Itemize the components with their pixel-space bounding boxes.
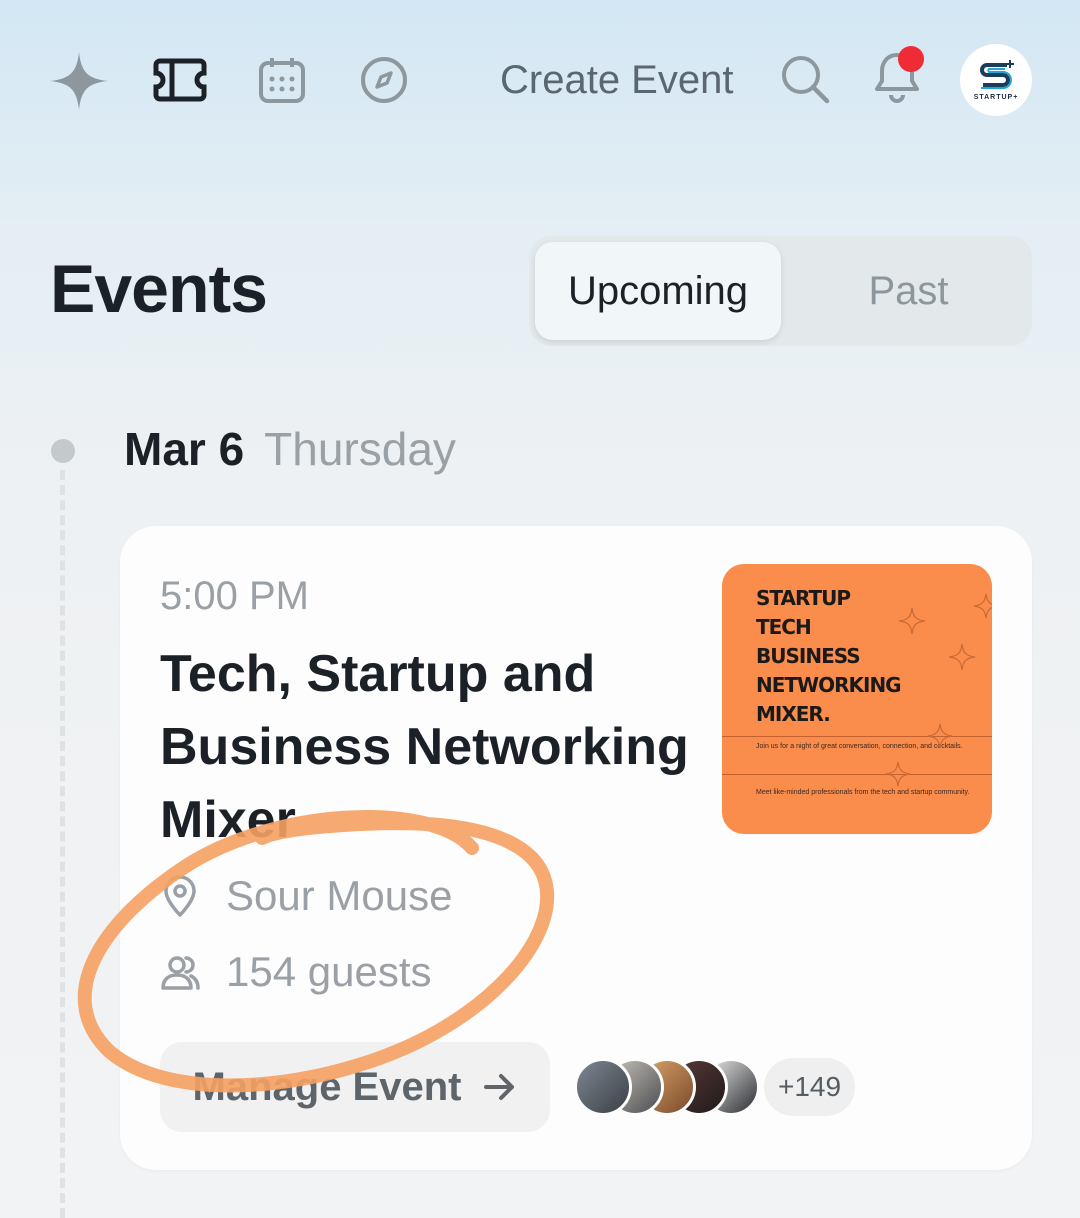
calendar-icon[interactable] bbox=[254, 52, 310, 108]
tab-upcoming[interactable]: Upcoming bbox=[535, 242, 781, 340]
attendee-avatar bbox=[574, 1058, 632, 1116]
guests-icon bbox=[161, 956, 200, 990]
event-time: 5:00 PM bbox=[160, 574, 309, 618]
manage-event-label: Manage Event bbox=[192, 1064, 462, 1109]
extra-attendees-count: +149 bbox=[764, 1058, 856, 1116]
location-pin-icon bbox=[164, 875, 196, 917]
weekday-label: Thursday bbox=[264, 423, 456, 475]
notification-badge bbox=[898, 46, 924, 72]
timeline-dot bbox=[51, 439, 75, 463]
guests-count: 154 guests bbox=[226, 948, 432, 995]
event-location: Sour Mouse bbox=[160, 872, 452, 920]
ticket-icon[interactable] bbox=[150, 52, 210, 108]
create-event-link[interactable]: Create Event bbox=[500, 52, 740, 108]
date-label: Mar 6 bbox=[124, 423, 245, 475]
event-cover-image[interactable]: STARTUP TECH BUSINESS NETWORKING MIXER. … bbox=[722, 564, 992, 834]
location-text: Sour Mouse bbox=[226, 872, 453, 919]
sparkle-decoration-icon bbox=[885, 593, 992, 787]
manage-event-button[interactable]: Manage Event bbox=[160, 1042, 550, 1132]
event-title[interactable]: Tech, Startup and Business Networking Mi… bbox=[160, 638, 700, 857]
events-filter-tabs: Upcoming Past bbox=[529, 236, 1032, 346]
attendee-avatars[interactable]: +149 bbox=[574, 1058, 856, 1116]
avatar-text: STARTUP+ bbox=[973, 94, 1019, 101]
compass-icon[interactable] bbox=[356, 52, 412, 108]
page-title: Events bbox=[50, 251, 268, 327]
top-bar: Create Event STARTUP+ bbox=[0, 0, 1080, 160]
event-card[interactable]: 5:00 PM Tech, Startup and Business Netwo… bbox=[120, 526, 1032, 1170]
event-guests: 154 guests bbox=[160, 948, 432, 996]
profile-avatar[interactable]: STARTUP+ bbox=[960, 44, 1032, 116]
timeline-line bbox=[60, 470, 65, 1218]
notifications-button[interactable] bbox=[862, 44, 932, 110]
date-header: Mar 6 Thursday bbox=[124, 422, 456, 476]
arrow-right-icon bbox=[484, 1074, 515, 1100]
search-icon[interactable] bbox=[776, 50, 834, 108]
sparkle-logo-icon[interactable] bbox=[48, 50, 110, 112]
tab-past[interactable]: Past bbox=[791, 242, 1026, 340]
startup-logo-icon bbox=[980, 60, 1014, 89]
